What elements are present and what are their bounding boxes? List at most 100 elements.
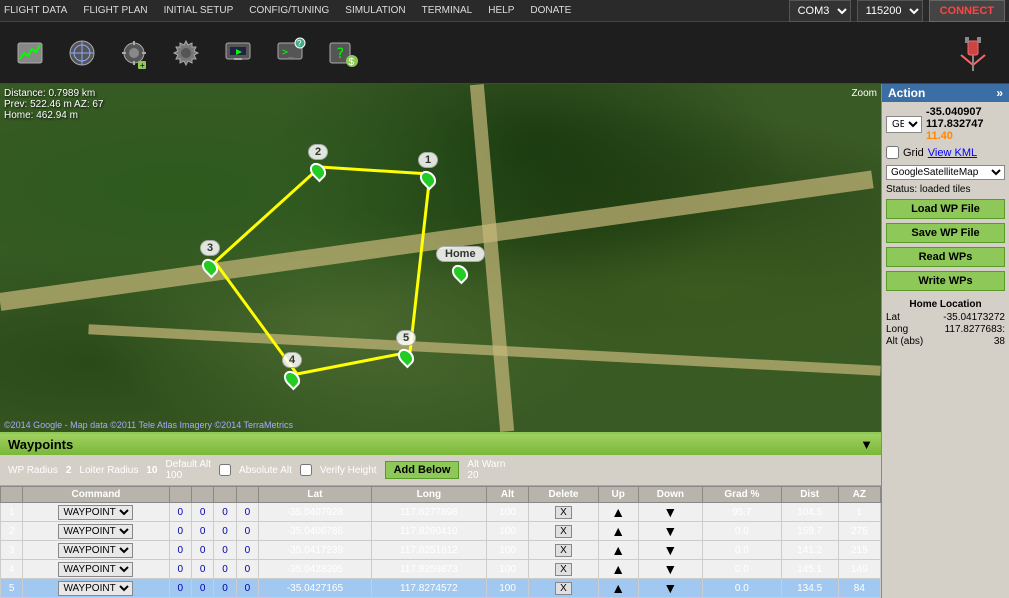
nav-help[interactable]: HELP	[488, 5, 514, 16]
row-alt[interactable]: 100	[486, 503, 528, 522]
row-alt[interactable]: 100	[486, 541, 528, 560]
row-down[interactable]: ▼	[638, 503, 703, 522]
config-tuning-icon[interactable]	[164, 31, 208, 75]
row-delete[interactable]: X	[529, 541, 599, 560]
table-row[interactable]: 5 WAYPOINT 0 0 0 0 -35.0427165 117.82745…	[1, 579, 881, 598]
row-up[interactable]: ▲	[598, 579, 638, 598]
row-alt[interactable]: 100	[486, 560, 528, 579]
view-kml-link[interactable]: View KML	[928, 147, 977, 159]
row-delete[interactable]: X	[529, 503, 599, 522]
row-alt[interactable]: 100	[486, 579, 528, 598]
row-up[interactable]: ▲	[598, 560, 638, 579]
row-v2[interactable]: 0	[191, 560, 213, 579]
delete-button[interactable]: X	[555, 544, 572, 557]
row-v1[interactable]: 0	[169, 503, 191, 522]
row-delete[interactable]: X	[529, 560, 599, 579]
row-v3[interactable]: 0	[214, 579, 236, 598]
wp-collapse-icon[interactable]: ▼	[860, 437, 873, 452]
row-v2[interactable]: 0	[191, 541, 213, 560]
row-v2[interactable]: 0	[191, 579, 213, 598]
action-expand-icon[interactable]: »	[996, 86, 1003, 100]
row-lon[interactable]: 117.8259873	[371, 560, 486, 579]
down-arrow-icon[interactable]: ▼	[663, 523, 677, 539]
delete-button[interactable]: X	[555, 563, 572, 576]
row-lon[interactable]: 117.8277898	[371, 503, 486, 522]
loiter-radius-val[interactable]: 10	[146, 465, 157, 476]
row-v1[interactable]: 0	[169, 541, 191, 560]
row-lon[interactable]: 117.8274572	[371, 579, 486, 598]
load-wp-button[interactable]: Load WP File	[886, 199, 1005, 219]
initial-setup-icon[interactable]: +	[112, 31, 156, 75]
down-arrow-icon[interactable]: ▼	[663, 542, 677, 558]
row-lon[interactable]: 117.8260410	[371, 522, 486, 541]
row-delete[interactable]: X	[529, 522, 599, 541]
nav-initial-setup[interactable]: INITIAL SETUP	[164, 5, 234, 16]
flight-plan-icon[interactable]	[60, 31, 104, 75]
help-icon[interactable]: ? $	[320, 31, 364, 75]
down-arrow-icon[interactable]: ▼	[663, 580, 677, 596]
row-v4[interactable]: 0	[236, 503, 258, 522]
row-v4[interactable]: 0	[236, 579, 258, 598]
map-type-select[interactable]: GoogleSatelliteMap	[886, 165, 1005, 180]
simulation-icon[interactable]	[216, 31, 260, 75]
write-wps-button[interactable]: Write WPs	[886, 271, 1005, 291]
row-down[interactable]: ▼	[638, 560, 703, 579]
cmd-select[interactable]: WAYPOINT	[58, 562, 133, 577]
table-row[interactable]: 3 WAYPOINT 0 0 0 0 -35.0417239 117.82516…	[1, 541, 881, 560]
row-down[interactable]: ▼	[638, 579, 703, 598]
nav-config-tuning[interactable]: CONFIG/TUNING	[249, 5, 329, 16]
read-wps-button[interactable]: Read WPs	[886, 247, 1005, 267]
nav-flight-plan[interactable]: FLIGHT PLAN	[83, 5, 147, 16]
up-arrow-icon[interactable]: ▲	[611, 580, 625, 596]
nav-flight-data[interactable]: FLIGHT DATA	[4, 5, 67, 16]
add-below-button[interactable]: Add Below	[385, 461, 460, 479]
up-arrow-icon[interactable]: ▲	[611, 523, 625, 539]
row-v2[interactable]: 0	[191, 522, 213, 541]
row-alt[interactable]: 100	[486, 522, 528, 541]
nav-simulation[interactable]: SIMULATION	[345, 5, 405, 16]
cmd-select[interactable]: WAYPOINT	[58, 524, 133, 539]
up-arrow-icon[interactable]: ▲	[611, 504, 625, 520]
cmd-select[interactable]: WAYPOINT	[58, 505, 133, 520]
coord-type-select[interactable]: GEO	[886, 116, 922, 133]
row-v4[interactable]: 0	[236, 560, 258, 579]
row-v1[interactable]: 0	[169, 560, 191, 579]
grid-checkbox[interactable]	[886, 146, 899, 159]
port-select[interactable]: COM3	[789, 0, 851, 22]
row-lat[interactable]: -35.0406786	[259, 522, 372, 541]
row-cmd[interactable]: WAYPOINT	[23, 560, 169, 579]
row-cmd[interactable]: WAYPOINT	[23, 503, 169, 522]
row-v1[interactable]: 0	[169, 522, 191, 541]
save-wp-button[interactable]: Save WP File	[886, 223, 1005, 243]
row-v3[interactable]: 0	[214, 560, 236, 579]
flight-data-icon[interactable]	[8, 31, 52, 75]
row-down[interactable]: ▼	[638, 541, 703, 560]
row-v2[interactable]: 0	[191, 503, 213, 522]
table-row[interactable]: 1 WAYPOINT 0 0 0 0 -35.0407928 117.82778…	[1, 503, 881, 522]
row-lon[interactable]: 117.8251612	[371, 541, 486, 560]
row-v1[interactable]: 0	[169, 579, 191, 598]
terminal-icon[interactable]: >_ ?	[268, 31, 312, 75]
row-v3[interactable]: 0	[214, 503, 236, 522]
row-up[interactable]: ▲	[598, 503, 638, 522]
nav-terminal[interactable]: TERMINAL	[422, 5, 473, 16]
delete-button[interactable]: X	[555, 506, 572, 519]
down-arrow-icon[interactable]: ▼	[663, 504, 677, 520]
row-up[interactable]: ▲	[598, 541, 638, 560]
up-arrow-icon[interactable]: ▲	[611, 561, 625, 577]
row-cmd[interactable]: WAYPOINT	[23, 579, 169, 598]
row-v3[interactable]: 0	[214, 522, 236, 541]
nav-donate[interactable]: DONATE	[530, 5, 571, 16]
delete-button[interactable]: X	[555, 525, 572, 538]
row-down[interactable]: ▼	[638, 522, 703, 541]
row-v4[interactable]: 0	[236, 522, 258, 541]
row-lat[interactable]: -35.0407928	[259, 503, 372, 522]
down-arrow-icon[interactable]: ▼	[663, 561, 677, 577]
up-arrow-icon[interactable]: ▲	[611, 542, 625, 558]
verify-height-checkbox[interactable]	[300, 464, 312, 476]
row-delete[interactable]: X	[529, 579, 599, 598]
wp-radius-val[interactable]: 2	[66, 465, 72, 476]
cmd-select[interactable]: WAYPOINT	[58, 581, 133, 596]
row-cmd[interactable]: WAYPOINT	[23, 522, 169, 541]
table-row[interactable]: 4 WAYPOINT 0 0 0 0 -35.0428395 117.82598…	[1, 560, 881, 579]
